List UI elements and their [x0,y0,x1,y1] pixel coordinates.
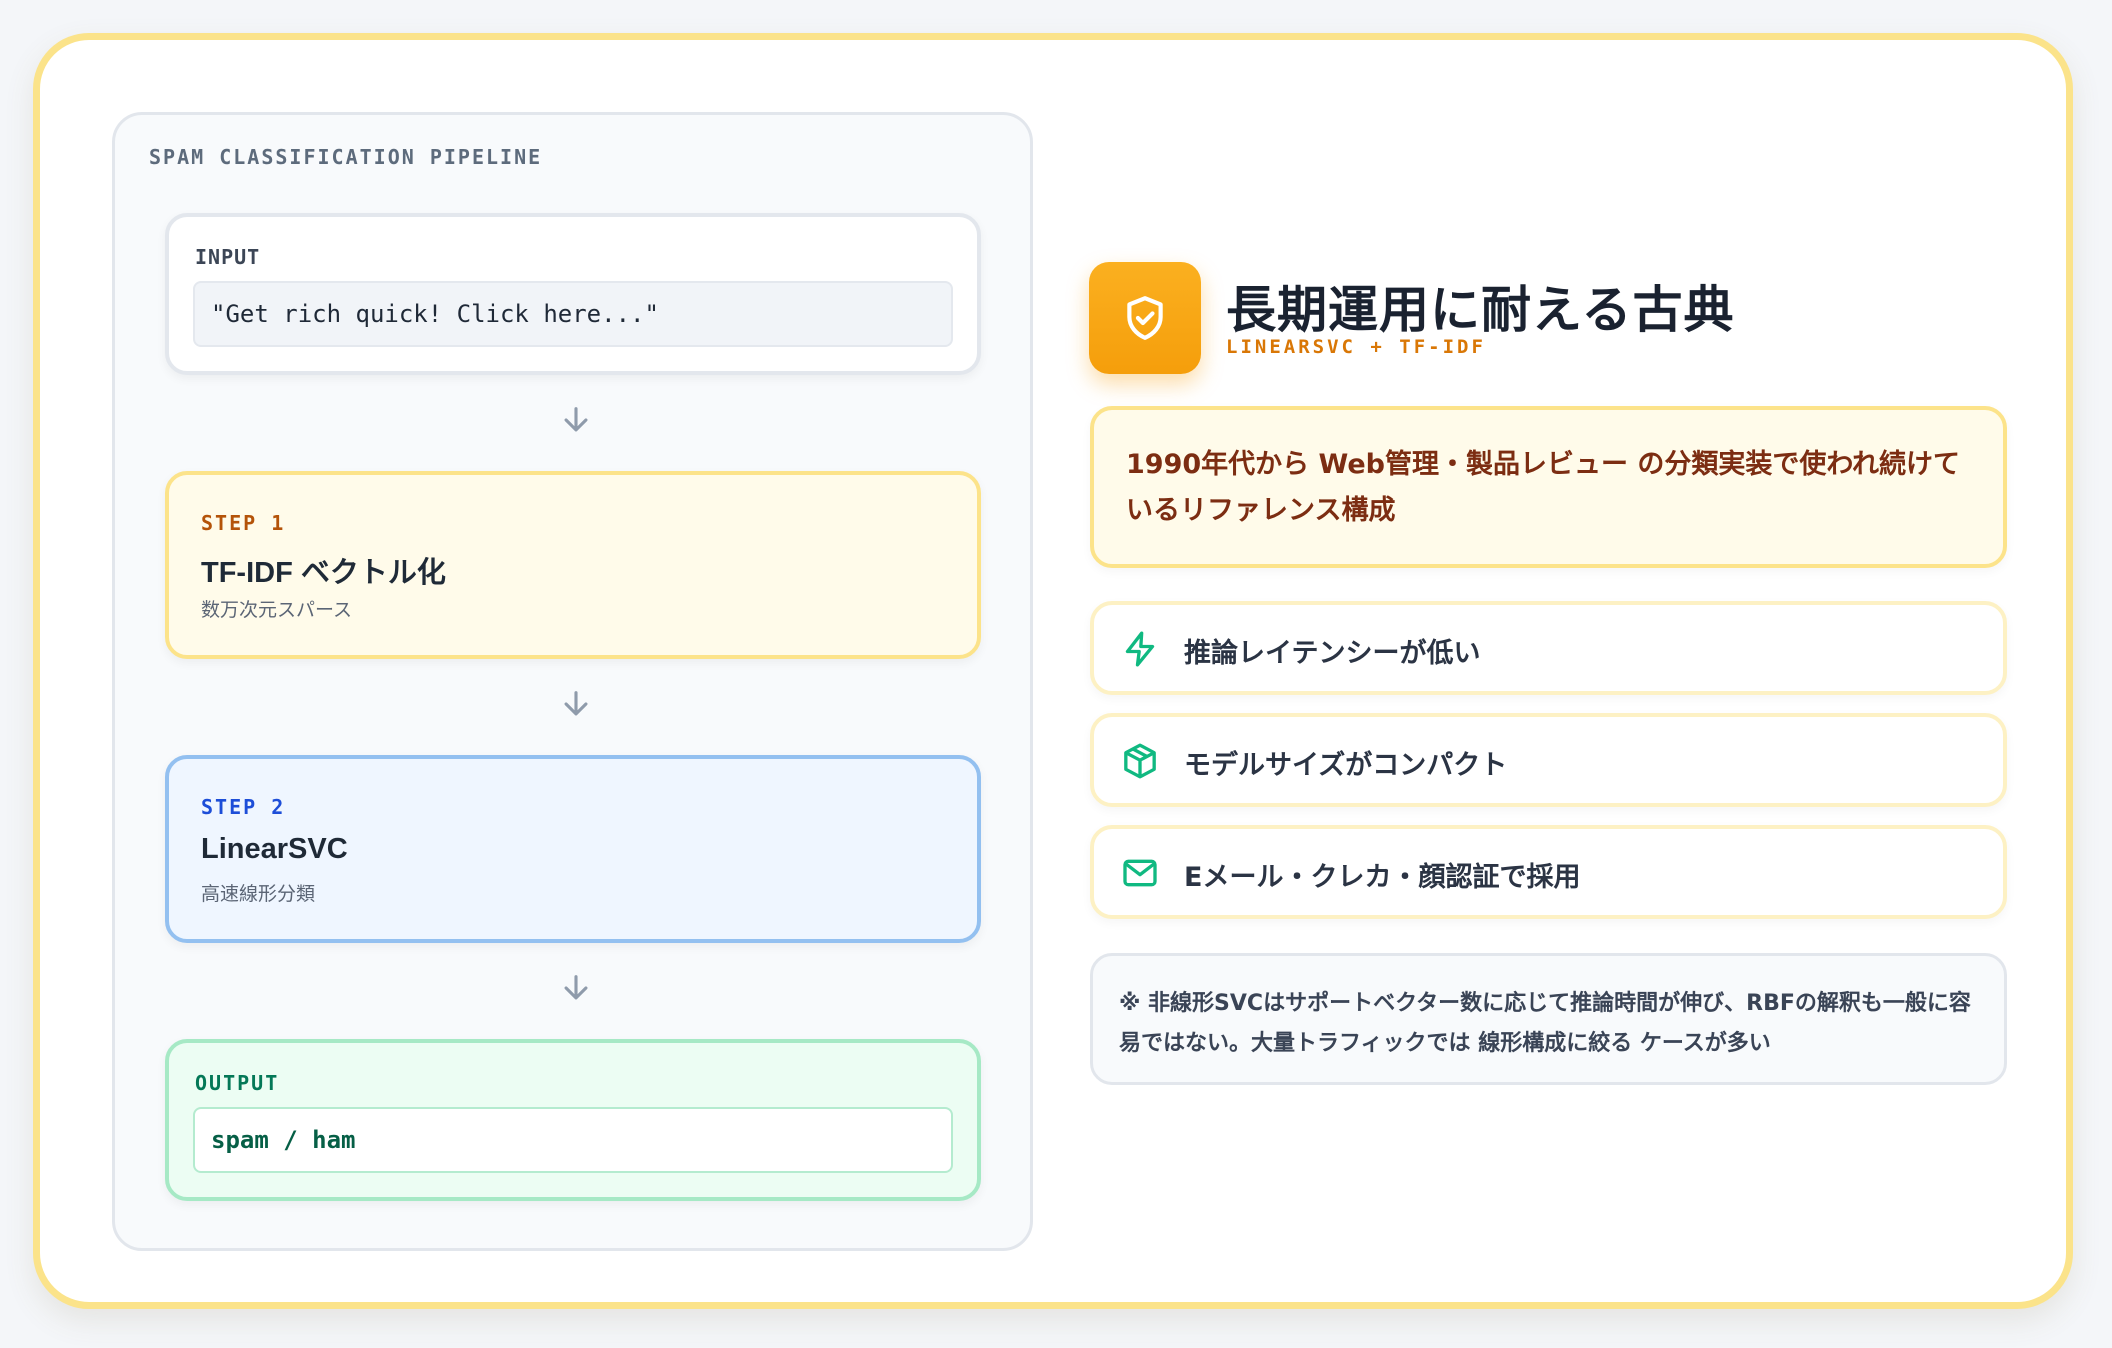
shield-check-icon [1089,262,1201,374]
pipeline-panel: SPAM CLASSIFICATION PIPELINE INPUT "Get … [112,112,1033,1251]
output-value: spam / ham [193,1107,953,1173]
callout-box: 1990年代から Web管理・製品レビュー の分類実装で使われ続けているリファレ… [1090,406,2007,568]
output-box: OUTPUT spam / ham [165,1039,981,1201]
footnote: ※ 非線形SVCはサポートベクター数に応じて推論時間が伸び、RBFの解釈も一般に… [1090,953,2007,1085]
step-2-box: STEP 2 LinearSVC 高速線形分類 [165,755,981,943]
pipeline-title: SPAM CLASSIFICATION PIPELINE [149,145,543,169]
feature-text: 推論レイテンシーが低い [1184,638,1481,669]
feature-text: Eメール・クレカ・顔認証で採用 [1184,862,1581,893]
output-label: OUTPUT [195,1071,280,1095]
step-2-label: STEP 2 [201,795,286,819]
lightning-icon [1125,631,1155,667]
feature-item-latency: 推論レイテンシーが低い [1090,601,2007,695]
step-1-subtitle: 数万次元スパース [201,599,353,621]
cube-icon [1124,743,1156,779]
step-2-subtitle: 高速線形分類 [201,883,316,905]
step-1-title: TF-IDF ベクトル化 [201,557,446,589]
arrow-down-icon [564,975,588,1000]
feature-item-size: モデルサイズがコンパクト [1090,713,2007,807]
input-label: INPUT [195,245,261,269]
feature-text: モデルサイズがコンパクト [1184,750,1508,781]
step-1-box: STEP 1 TF-IDF ベクトル化 数万次元スパース [165,471,981,659]
feature-item-adoption: Eメール・クレカ・顔認証で採用 [1090,825,2007,919]
arrow-down-icon [564,407,588,432]
hero-subtitle: LINEARSVC + TF-IDF [1226,336,1486,358]
input-value: "Get rich quick! Click here..." [193,281,953,347]
step-2-title: LinearSVC [201,833,348,865]
mail-icon [1123,859,1157,887]
hero-title: 長期運用に耐える古典 [1226,281,1735,339]
arrow-down-icon [564,691,588,716]
input-box: INPUT "Get rich quick! Click here..." [165,213,981,375]
step-1-label: STEP 1 [201,511,286,535]
